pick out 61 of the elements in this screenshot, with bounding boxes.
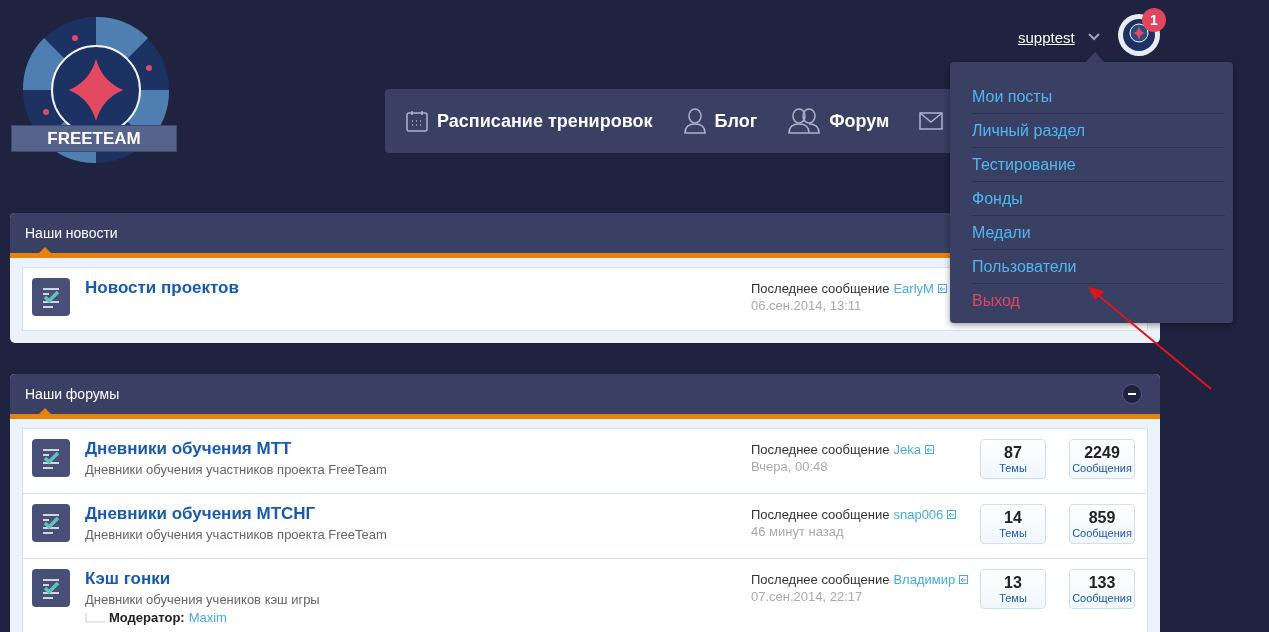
- last-post-label: Последнее сообщение: [751, 572, 890, 587]
- post-link-icon[interactable]: [947, 510, 957, 519]
- forum-icon: [32, 278, 70, 316]
- posts-stat: 133 Сообщения: [1069, 569, 1135, 609]
- menu-item[interactable]: Тестирование: [972, 148, 1225, 182]
- last-post-user-link[interactable]: EarlyM: [893, 281, 934, 296]
- moderator-label: Модератор:: [109, 610, 185, 625]
- forum-description: Дневники обучения учеников кэш игры: [85, 592, 321, 607]
- last-post-label: Последнее сообщение: [751, 507, 890, 522]
- forum-icon: [32, 504, 70, 542]
- post-link-icon[interactable]: [924, 445, 934, 454]
- person-icon: [682, 108, 707, 134]
- nav-link[interactable]: Расписание тренировок: [405, 109, 653, 133]
- username-link[interactable]: supptest: [1018, 29, 1075, 46]
- collapse-button[interactable]: [1122, 384, 1142, 404]
- menu-item[interactable]: Медали: [972, 216, 1225, 250]
- panel-title: Наши форумы: [25, 386, 120, 402]
- menu-item[interactable]: Мои посты: [972, 80, 1225, 114]
- tab-pointer-icon: [39, 247, 51, 253]
- nav-link[interactable]: Блог: [682, 108, 758, 134]
- last-post-label: Последнее сообщение: [751, 281, 890, 296]
- topics-stat: 13 Темы: [980, 569, 1046, 609]
- forum-icon: [32, 439, 70, 477]
- chevron-down-icon[interactable]: [1088, 33, 1100, 41]
- calendar-icon: [405, 109, 429, 133]
- forum-description: Дневники обучения участников проекта FreeTeam: [85, 527, 388, 542]
- menu-item[interactable]: Выход: [972, 284, 1225, 317]
- posts-stat: 2249 Сообщения: [1069, 439, 1135, 479]
- nav-link[interactable]: [919, 112, 944, 130]
- notification-badge: 1: [1142, 8, 1166, 32]
- post-link-icon[interactable]: [937, 284, 947, 293]
- last-post-label: Последнее сообщение: [751, 442, 890, 457]
- topics-stat: 14 Темы: [980, 504, 1046, 544]
- forum-title-link[interactable]: Новости проектов: [85, 278, 751, 298]
- forum-title-link[interactable]: Кэш гонки: [85, 569, 751, 589]
- last-post-time: Вчера, 00:48: [751, 459, 829, 474]
- forum-icon: [32, 569, 70, 607]
- post-link-icon[interactable]: [959, 575, 969, 584]
- posts-stat: 859 Сообщения: [1069, 504, 1135, 544]
- last-post-user-link[interactable]: snap006: [893, 507, 944, 522]
- forum-description: Дневники обучения участников проекта FreeTeam: [85, 462, 388, 477]
- nav-link[interactable]: Форум: [787, 108, 890, 134]
- menu-item[interactable]: Личный раздел: [972, 114, 1225, 148]
- last-post-time: 06.сен.2014, 13:11: [751, 298, 863, 313]
- menu-item[interactable]: Пользователи: [972, 250, 1225, 284]
- menu-item[interactable]: Фонды: [972, 182, 1225, 216]
- logo-ribbon: FREETEAM: [11, 125, 177, 152]
- last-post-user-link[interactable]: Jeka: [893, 442, 921, 457]
- minus-icon: [1128, 393, 1136, 395]
- mail-icon: [919, 112, 944, 130]
- moderator-link[interactable]: Maxim: [188, 610, 227, 625]
- tab-pointer-icon: [39, 408, 51, 414]
- last-post-time: 46 минут назад: [751, 524, 845, 539]
- topics-stat: 87 Темы: [980, 439, 1046, 479]
- forum-title-link[interactable]: Дневники обучения МТТ: [85, 439, 751, 459]
- last-post-user-link[interactable]: Владимир: [893, 572, 956, 587]
- panel-title: Наши новости: [25, 225, 118, 241]
- forum-title-link[interactable]: Дневники обучения МТСНГ: [85, 504, 751, 524]
- people-icon: [787, 108, 822, 134]
- last-post-time: 07.сен.2014, 22:17: [751, 589, 864, 604]
- tree-connector-icon: [85, 612, 105, 623]
